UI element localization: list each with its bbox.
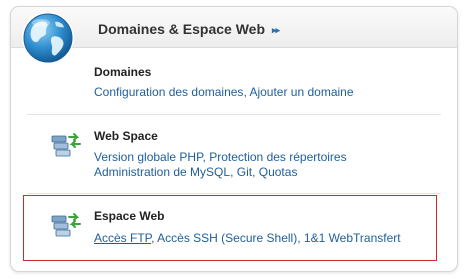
link-acces-ftp[interactable]: Accès FTP: [94, 231, 151, 245]
section-title-espace-web: Espace Web: [94, 209, 165, 223]
globe-icon: [22, 12, 74, 64]
link-webtransfert[interactable]: 1&1 WebTransfert: [304, 231, 401, 245]
link-version-globale-php[interactable]: Version globale PHP: [94, 150, 203, 164]
double-arrow-icon[interactable]: ▸▸: [272, 25, 280, 36]
section-links-domaines: Configuration des domaines, Ajouter un d…: [94, 85, 434, 100]
link-configuration-des-domaines[interactable]: Configuration des domaines: [94, 85, 243, 99]
link-separator: ,: [230, 165, 237, 179]
link-separator: ,: [252, 165, 259, 179]
network-sync-icon: [51, 133, 81, 157]
link-separator: ,: [297, 231, 304, 245]
link-protection-des-repertoires[interactable]: Protection des répertoires: [209, 150, 346, 164]
domains-webspace-panel: Domaines & Espace Web ▸▸ Domaines Configu…: [10, 6, 458, 272]
panel-title-link[interactable]: Domaines & Espace Web ▸▸: [98, 21, 280, 37]
panel-header: Domaines & Espace Web ▸▸: [11, 7, 457, 48]
section-divider: [27, 114, 441, 115]
section-divider: [27, 193, 441, 194]
link-git[interactable]: Git: [237, 165, 252, 179]
link-quotas[interactable]: Quotas: [259, 165, 298, 179]
link-ajouter-un-domaine[interactable]: Ajouter un domaine: [249, 85, 353, 99]
link-administration-de-mysql[interactable]: Administration de MySQL: [94, 165, 230, 179]
link-acces-ssh[interactable]: Accès SSH (Secure Shell): [157, 231, 297, 245]
panel-title[interactable]: Domaines & Espace Web: [98, 21, 265, 37]
section-title-domaines: Domaines: [94, 65, 152, 79]
section-links-espace-web: Accès FTP, Accès SSH (Secure Shell), 1&1…: [94, 231, 434, 246]
section-links-web-space: Version globale PHP, Protection des répe…: [94, 150, 434, 180]
network-sync-icon: [51, 213, 81, 237]
highlight-box: [23, 195, 437, 261]
section-title-web-space: Web Space: [94, 129, 158, 143]
